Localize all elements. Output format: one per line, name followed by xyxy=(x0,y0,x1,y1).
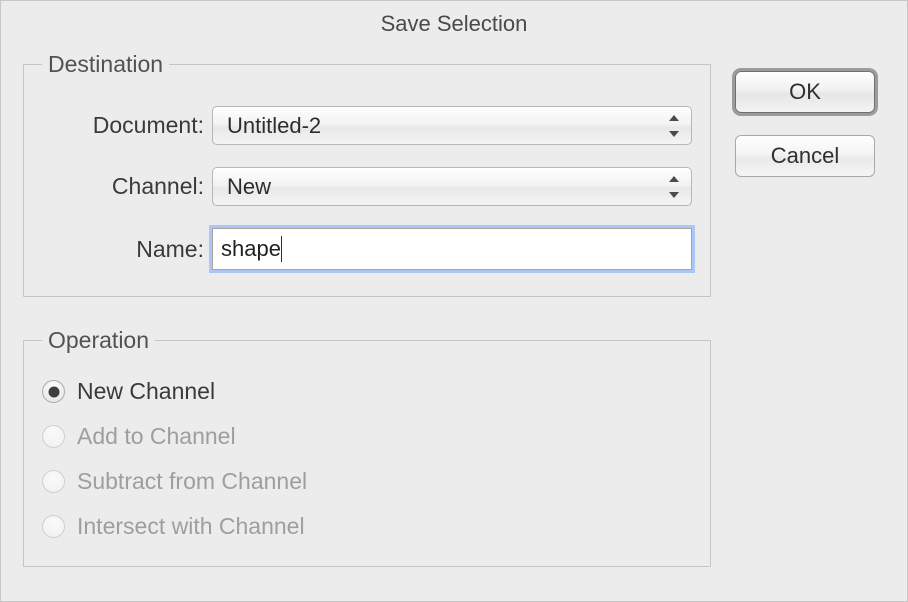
operation-group: Operation New Channel Add to Channel Sub… xyxy=(23,327,711,567)
document-label: Document: xyxy=(42,112,212,139)
operation-intersect-with-channel: Intersect with Channel xyxy=(42,513,692,540)
channel-select[interactable]: New xyxy=(212,167,692,206)
text-caret-icon xyxy=(281,236,283,262)
operation-legend: Operation xyxy=(42,327,155,354)
radio-label: Add to Channel xyxy=(77,423,236,450)
chevron-updown-icon xyxy=(667,176,681,198)
radio-label: New Channel xyxy=(77,378,215,405)
document-select-value: Untitled-2 xyxy=(227,113,321,139)
dialog-buttons: OK Cancel xyxy=(735,51,885,199)
dialog-title: Save Selection xyxy=(1,1,907,51)
document-row: Document: Untitled-2 xyxy=(42,106,692,145)
channel-label: Channel: xyxy=(42,173,212,200)
save-selection-dialog: Save Selection Destination Document: Unt… xyxy=(0,0,908,602)
operation-subtract-from-channel: Subtract from Channel xyxy=(42,468,692,495)
radio-icon xyxy=(42,470,65,493)
document-select[interactable]: Untitled-2 xyxy=(212,106,692,145)
radio-label: Intersect with Channel xyxy=(77,513,305,540)
radio-icon xyxy=(42,380,65,403)
radio-icon xyxy=(42,515,65,538)
operation-add-to-channel: Add to Channel xyxy=(42,423,692,450)
radio-label: Subtract from Channel xyxy=(77,468,307,495)
channel-select-value: New xyxy=(227,174,271,200)
name-label: Name: xyxy=(42,236,212,263)
panels: Destination Document: Untitled-2 Channel… xyxy=(23,51,711,597)
dialog-body: Destination Document: Untitled-2 Channel… xyxy=(1,51,907,597)
cancel-button[interactable]: Cancel xyxy=(735,135,875,177)
name-row: Name: shape xyxy=(42,228,692,270)
name-input[interactable]: shape xyxy=(212,228,692,270)
ok-button[interactable]: OK xyxy=(735,71,875,113)
channel-row: Channel: New xyxy=(42,167,692,206)
name-input-value: shape xyxy=(221,238,281,260)
chevron-updown-icon xyxy=(667,115,681,137)
destination-group: Destination Document: Untitled-2 Channel… xyxy=(23,51,711,297)
operation-new-channel[interactable]: New Channel xyxy=(42,378,692,405)
radio-icon xyxy=(42,425,65,448)
destination-legend: Destination xyxy=(42,51,169,78)
